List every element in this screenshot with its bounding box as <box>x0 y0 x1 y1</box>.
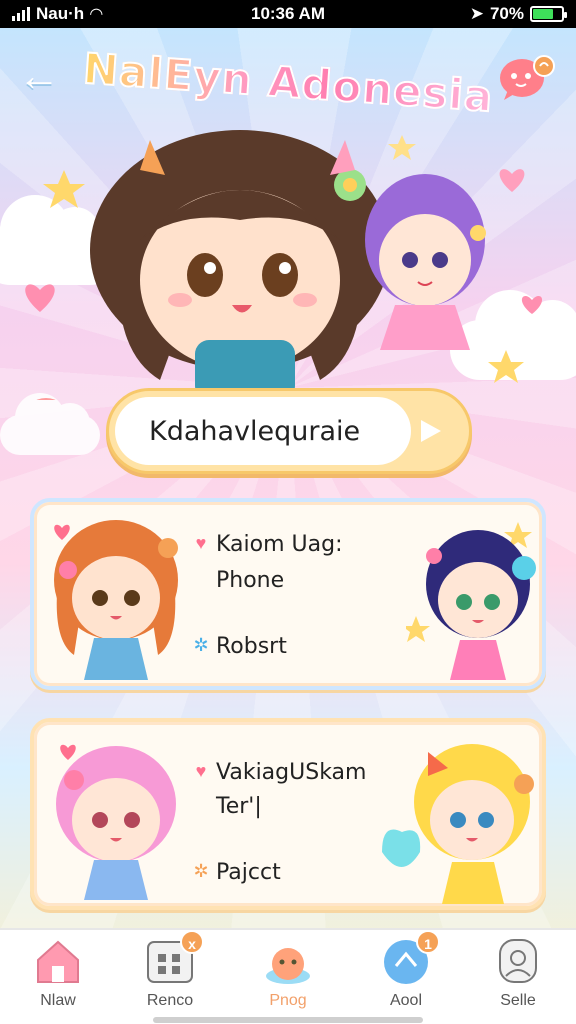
sparkle-icon: ✲ <box>193 861 209 881</box>
nav-item-chat[interactable]: 1 Aool <box>358 930 454 1018</box>
home-indicator[interactable] <box>153 1017 423 1023</box>
heart-icon: ♥ <box>195 533 207 553</box>
blob-icon <box>24 398 68 438</box>
nav-label-grid: Renco <box>146 992 194 1009</box>
nav-item-blob[interactable]: Pnog <box>240 936 336 1018</box>
location-icon: ➤ <box>469 4 484 23</box>
star-icon <box>488 350 524 383</box>
heart-icon <box>25 284 55 312</box>
nav-label-home: Nlaw <box>40 992 76 1009</box>
arrow-left-icon: ← <box>18 52 60 99</box>
back-button[interactable]: ← <box>18 54 72 98</box>
blob-icon <box>262 936 314 986</box>
chibi-blonde-girl <box>382 744 534 904</box>
nav-label-profile: Selle <box>500 992 536 1009</box>
chat-bubble-button[interactable] <box>498 54 556 102</box>
heart-icon <box>382 829 421 867</box>
heart-icon <box>60 744 76 760</box>
chibi-girl-purple <box>365 174 486 350</box>
heart-icon: ♥ <box>195 761 207 781</box>
card-title: Kaiom Uag: <box>216 532 343 557</box>
nav-item-profile[interactable]: Selle <box>470 936 566 1018</box>
home-icon <box>32 936 84 986</box>
notification-badge: 1 <box>416 930 440 954</box>
nav-label-chat: Aool <box>389 992 423 1009</box>
star-icon <box>388 135 416 160</box>
heart-icon <box>54 524 70 540</box>
nav-item-grid[interactable]: x Renco <box>122 930 218 1018</box>
battery-percent: 70% <box>489 4 524 23</box>
sparkle-icon: ✲ <box>193 635 209 655</box>
chibi-navy-girl <box>406 522 536 680</box>
bottom-navigation: Nlaw x Renco Pnog 1 Aool Selle <box>0 928 576 1024</box>
notification-badge: x <box>180 930 204 954</box>
card-meta: Robsrt <box>216 634 287 659</box>
profile-icon <box>492 936 544 986</box>
chibi-girl-main <box>90 130 390 400</box>
pill-label: Kdahavlequraie <box>149 415 361 447</box>
chat-icon: 1 <box>380 930 440 986</box>
play-triangle-icon <box>421 420 441 442</box>
status-bar: Nau·h ◠ 10:36 AM ➤ 70% <box>0 0 576 28</box>
card-subtitle: Ter'| <box>216 794 262 819</box>
play-button[interactable] <box>405 409 455 453</box>
hero-illustration <box>0 100 576 438</box>
chibi-pink-girl <box>56 744 176 900</box>
character-card[interactable]: ♥ VakiagUSkam Ter'| ✲ Pajcct <box>30 718 546 910</box>
grid-icon: x <box>144 930 204 986</box>
battery-icon <box>530 6 567 22</box>
nav-item-home[interactable]: Nlaw <box>10 936 106 1018</box>
star-icon <box>43 170 85 208</box>
heart-icon <box>499 169 525 192</box>
card-subtitle: Phone <box>216 568 285 593</box>
heart-icon <box>521 295 543 314</box>
battery-level <box>533 9 553 19</box>
star-icon <box>406 616 430 642</box>
status-time: 10:36 AM <box>250 4 325 23</box>
card-meta: Pajcct <box>216 860 281 885</box>
cloud-decoration <box>0 393 100 455</box>
chat-bubble-icon <box>500 55 555 100</box>
chibi-orange-girl <box>54 520 178 680</box>
carrier-label: Nau·h <box>36 4 85 23</box>
nav-label-blob: Pnog <box>269 992 307 1009</box>
signal-icon <box>12 7 30 21</box>
card-title: VakiagUSkam <box>216 760 367 785</box>
main-action-pill[interactable]: Kdahavlequraie <box>106 388 472 474</box>
wifi-icon: ◠ <box>90 6 103 23</box>
character-card[interactable]: ♥ Kaiom Uag: Phone ✲ Robsrt <box>30 498 546 690</box>
